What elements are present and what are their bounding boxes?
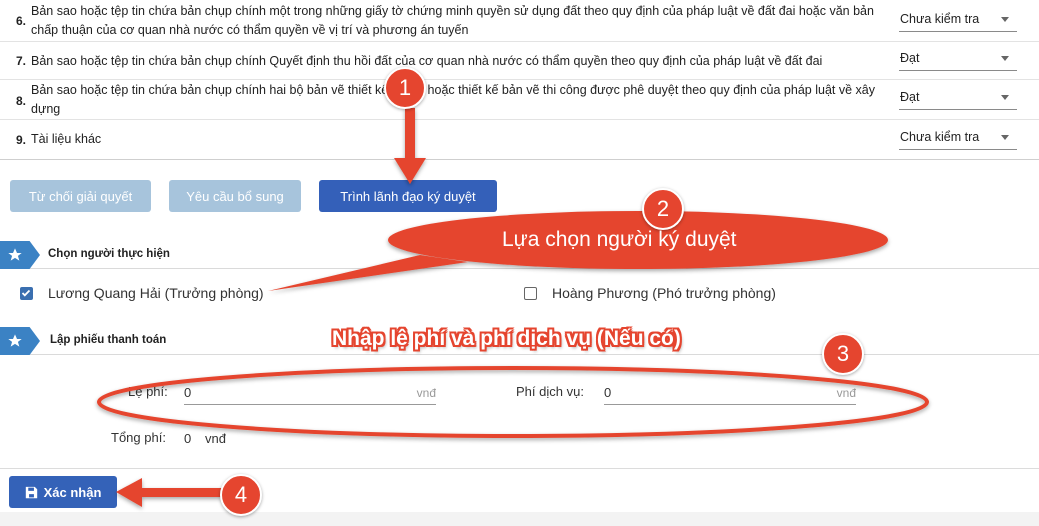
chevron-down-icon	[1001, 95, 1009, 100]
fee-currency: vnđ	[416, 386, 436, 400]
document-row-8: 8. Bản sao hoặc tệp tin chứa bản chụp ch…	[0, 80, 1039, 120]
section-flag	[0, 241, 40, 269]
chevron-down-icon	[1001, 135, 1009, 140]
step-4-badge: 4	[220, 474, 262, 516]
document-status-select[interactable]: Chưa kiểm tra	[899, 127, 1017, 150]
footer-area	[0, 512, 1039, 526]
document-status-value: Đạt	[900, 51, 920, 65]
document-number: 9.	[16, 133, 27, 147]
assignee-section-title: Chọn người thực hiện	[48, 248, 170, 260]
document-number: 8.	[16, 94, 27, 108]
document-status-select[interactable]: Đạt	[899, 87, 1017, 110]
document-status-select[interactable]: Đạt	[899, 48, 1017, 71]
document-status-value: Đạt	[900, 90, 920, 104]
payment-section-title: Lập phiếu thanh toán	[50, 334, 167, 346]
fee-callout-text: Nhập lệ phí và phí dịch vụ (Nếu có)	[332, 327, 681, 350]
check-icon	[21, 289, 31, 297]
save-icon	[25, 486, 37, 498]
chevron-down-icon	[1001, 56, 1009, 61]
footer-divider	[0, 468, 1039, 469]
document-row-7: 7. Bản sao hoặc tệp tin chứa bản chụp ch…	[0, 42, 1039, 80]
fee-value: 0	[184, 385, 192, 400]
document-number: 7.	[16, 54, 27, 68]
service-fee-currency: vnđ	[836, 386, 856, 400]
star-icon	[8, 248, 22, 261]
confirm-button[interactable]: Xác nhận	[9, 476, 117, 508]
total-fee-value: 0	[184, 431, 192, 446]
document-status-value: Chưa kiểm tra	[900, 130, 980, 144]
document-status-value: Chưa kiểm tra	[900, 12, 980, 26]
confirm-button-label: Xác nhận	[43, 484, 102, 500]
service-fee-value: 0	[604, 385, 612, 400]
fee-input[interactable]: 0 vnđ	[184, 383, 436, 405]
assignee-checkbox-1[interactable]	[20, 287, 33, 300]
request-more-button[interactable]: Yêu cầu bổ sung	[169, 180, 301, 212]
document-title: Tài liệu khác	[31, 132, 102, 146]
document-status-select[interactable]: Chưa kiểm tra	[899, 9, 1017, 32]
section-flag	[0, 327, 40, 355]
step-2-badge: 2	[642, 188, 684, 230]
step-1-badge: 1	[384, 67, 426, 109]
document-title: Bản sao hoặc tệp tin chứa bản chụp chính…	[31, 83, 875, 116]
document-row-6: 6. Bản sao hoặc tệp tin chứa bản chụp ch…	[0, 0, 1039, 42]
service-fee-input[interactable]: 0 vnđ	[604, 383, 856, 405]
chevron-down-icon	[1001, 17, 1009, 22]
fee-label: Lệ phí:	[128, 384, 168, 399]
step-3-badge: 3	[822, 333, 864, 375]
arrow-left-annotation	[116, 478, 222, 507]
reject-button[interactable]: Từ chối giải quyết	[10, 180, 151, 212]
document-title: Bản sao hoặc tệp tin chứa bản chụp chính…	[31, 4, 874, 37]
service-fee-label: Phí dịch vụ:	[516, 384, 584, 399]
document-number: 6.	[16, 14, 27, 28]
star-icon	[8, 334, 22, 347]
assignee-name-2: Hoàng Phương (Phó trưởng phòng)	[552, 285, 776, 301]
assignee-name-1: Lương Quang Hải (Trưởng phòng)	[48, 285, 264, 301]
total-fee-currency: vnđ	[205, 431, 226, 446]
total-fee-label: Tổng phí:	[111, 430, 166, 445]
signer-callout-text: Lựa chọn người ký duyệt	[502, 228, 737, 251]
assignee-checkbox-2[interactable]	[524, 287, 537, 300]
submit-to-leader-button[interactable]: Trình lãnh đạo ký duyệt	[319, 180, 497, 212]
document-title: Bản sao hoặc tệp tin chứa bản chụp chính…	[31, 54, 823, 68]
document-row-9: 9. Tài liệu khác Chưa kiểm tra	[0, 120, 1039, 160]
